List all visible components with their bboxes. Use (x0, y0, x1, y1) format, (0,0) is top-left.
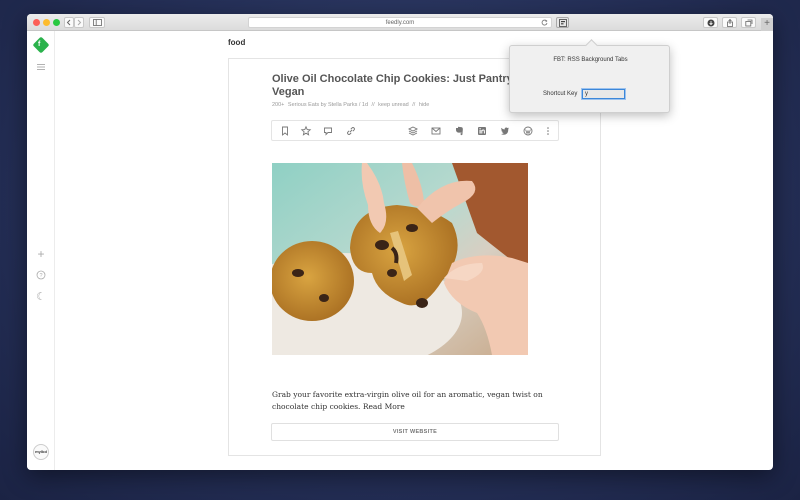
minimize-window-button[interactable] (43, 19, 50, 26)
fbt-popover: FBT: RSS Background Tabs Shortcut Key (509, 45, 670, 113)
hide-link[interactable]: hide (419, 102, 429, 108)
feedly-logo-glyph: f (38, 41, 41, 48)
email-icon[interactable] (430, 125, 442, 137)
url-text: feedly.com (385, 20, 415, 26)
link-icon[interactable] (345, 125, 357, 137)
feed-title: food (228, 38, 246, 47)
summary-text: Grab your favorite extra-virgin olive oi… (272, 390, 543, 411)
star-icon[interactable] (300, 125, 312, 137)
feedly-sidebar: f + ? ☾ mylbd (27, 31, 55, 470)
browser-toolbar: feedly.com + (27, 14, 773, 31)
night-mode-icon[interactable]: ☾ (35, 290, 47, 303)
fbt-extension-button[interactable] (556, 17, 569, 28)
meta-separator: // (412, 102, 416, 108)
read-more-link[interactable]: Read More (363, 402, 405, 411)
meta-count: 200+ (272, 102, 285, 108)
popover-title: FBT: RSS Background Tabs (553, 57, 628, 63)
forward-button[interactable] (74, 17, 84, 28)
sidebar-toggle-button[interactable] (89, 17, 105, 28)
article-action-bar (271, 120, 559, 141)
tabs-overview-button[interactable] (741, 17, 756, 28)
more-options-icon[interactable] (542, 125, 554, 137)
browser-window: feedly.com + f + ? ☾ mylbd food Olive Oi… (27, 14, 773, 470)
twitter-icon[interactable] (499, 125, 511, 137)
evernote-icon[interactable] (453, 125, 465, 137)
bookmark-icon[interactable] (279, 125, 291, 137)
share-icon (726, 19, 733, 27)
reload-icon[interactable] (541, 19, 548, 26)
article-card: Olive Oil Chocolate Chip Cookies: Just P… (228, 58, 601, 456)
visit-website-button[interactable]: VISIT WEBSITE (271, 423, 559, 441)
keep-unread-link[interactable]: keep unread (378, 102, 409, 108)
shortcut-key-input[interactable] (582, 89, 625, 99)
download-icon (707, 19, 714, 27)
sidebar-icon (92, 19, 102, 26)
meta-separator: // (371, 102, 375, 108)
cookie-photo-illustration (272, 163, 528, 355)
article-summary: Grab your favorite extra-virgin olive oi… (272, 389, 562, 413)
chevron-left-icon (66, 19, 71, 26)
add-content-icon[interactable]: + (35, 247, 47, 261)
shortcut-key-label: Shortcut Key (543, 91, 578, 97)
linkedin-icon[interactable] (476, 125, 488, 137)
share-button[interactable] (722, 17, 737, 28)
extension-icon (558, 19, 567, 27)
tabs-icon (744, 19, 752, 27)
downloads-button[interactable] (703, 17, 718, 28)
address-bar[interactable]: feedly.com (248, 17, 552, 28)
back-button[interactable] (64, 17, 74, 28)
article-meta: 200+ Serious Eats by Stella Parks / 1d /… (272, 102, 431, 108)
new-tab-button[interactable]: + (761, 18, 773, 31)
chevron-right-icon (77, 19, 82, 26)
help-icon[interactable]: ? (35, 270, 47, 283)
feedly-logo[interactable]: f (32, 36, 50, 54)
article-image[interactable] (272, 163, 528, 355)
meta-source[interactable]: Serious Eats by Stella Parks / 1d (288, 102, 368, 108)
layers-icon[interactable] (407, 125, 419, 137)
annotate-icon[interactable] (322, 125, 334, 137)
wordpress-icon[interactable] (522, 125, 534, 137)
avatar[interactable]: mylbd (33, 444, 49, 460)
menu-icon[interactable] (35, 62, 47, 74)
svg-text:?: ? (39, 273, 42, 279)
close-window-button[interactable] (33, 19, 40, 26)
zoom-window-button[interactable] (53, 19, 60, 26)
